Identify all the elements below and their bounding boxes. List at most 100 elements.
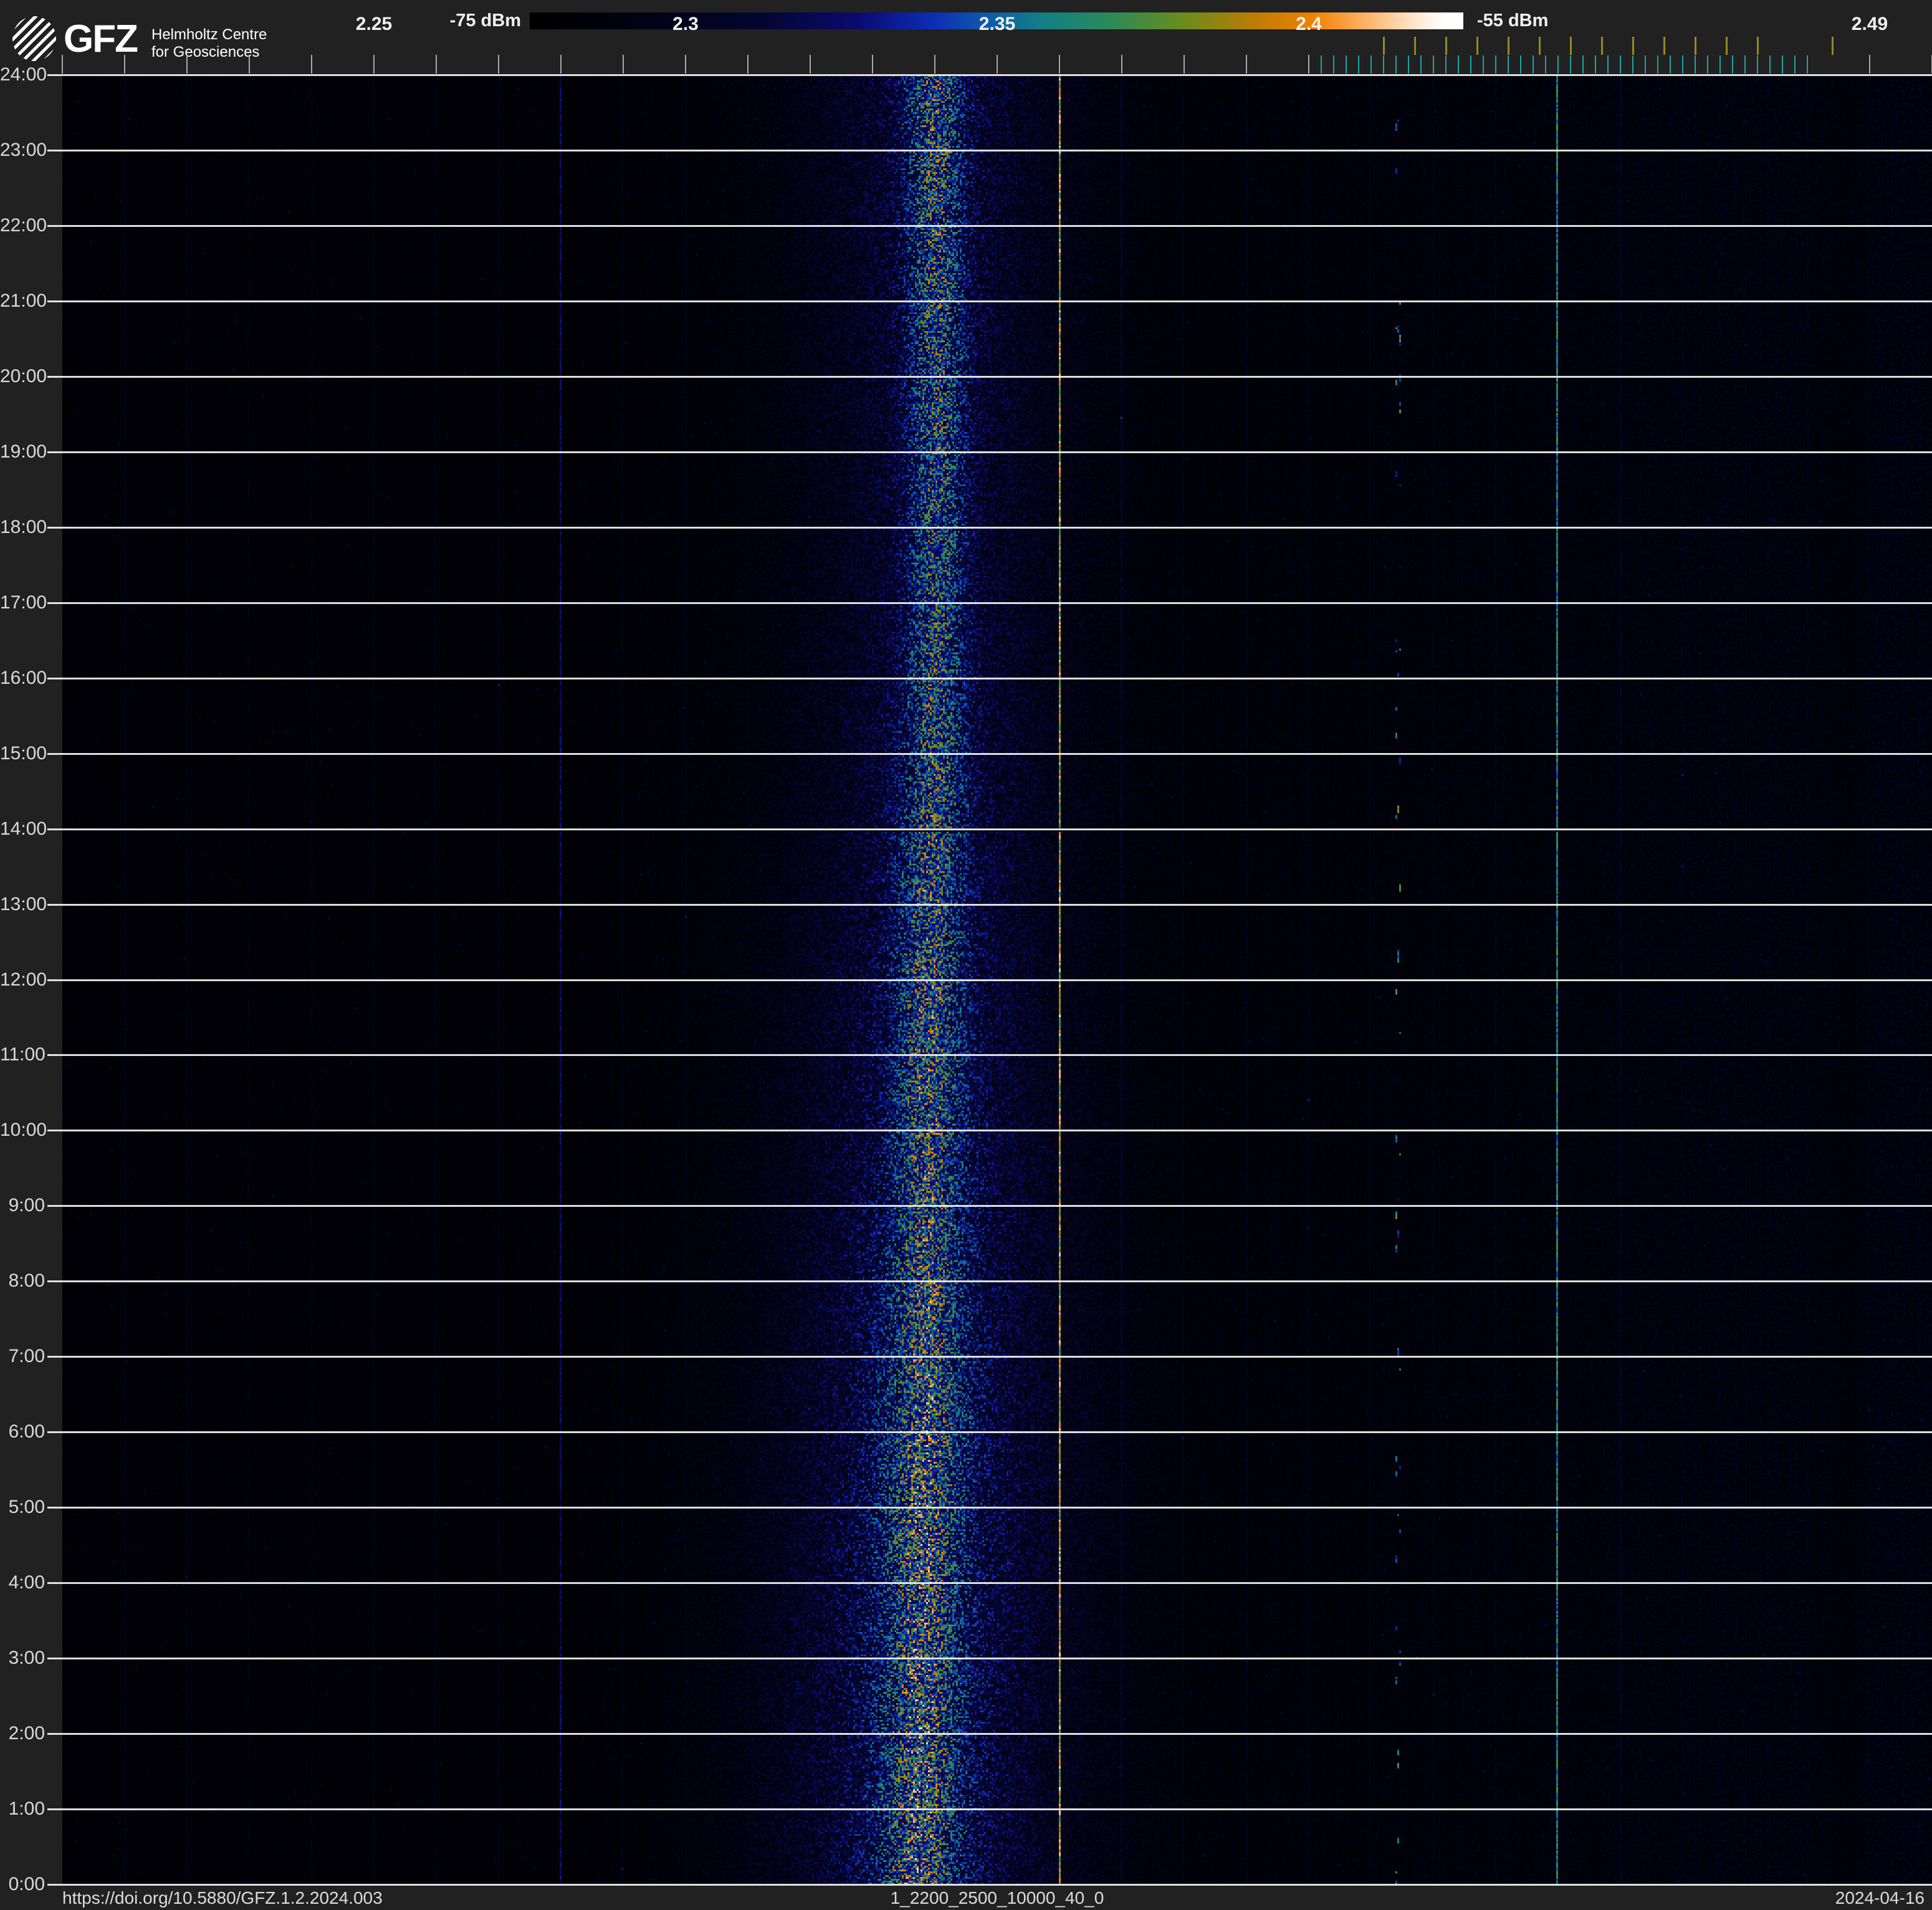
hour-gridline [47, 828, 1932, 830]
freq-minor-tick [1246, 55, 1247, 74]
ble-channel-tick [1632, 55, 1633, 74]
wifi-channel-tick [1539, 37, 1541, 55]
freq-minor-tick [1059, 55, 1060, 74]
hour-gridline [47, 1733, 1932, 1735]
hour-gridline [47, 526, 1932, 529]
hour-gridline [47, 1431, 1932, 1434]
ble-channel-tick [1657, 55, 1658, 74]
gfz-subtitle-line1: Helmholtz Centre [151, 26, 267, 43]
hour-gridline [47, 1205, 1932, 1207]
ble-channel-tick [1695, 55, 1696, 74]
time-label: 2:00 [8, 1723, 45, 1744]
freq-minor-tick [62, 55, 63, 74]
ble-channel-tick [1321, 55, 1322, 74]
ble-channel-tick [1807, 55, 1808, 74]
ble-channel-tick [1682, 55, 1683, 74]
wifi-channel-tick [1508, 37, 1509, 55]
hour-gridline [47, 1507, 1932, 1509]
colorbar-min-label: -75 dBm [449, 11, 521, 31]
footer-dataset-id: 1_2200_2500_10000_40_0 [890, 1888, 1104, 1908]
time-label: 9:00 [8, 1195, 45, 1216]
gfz-globe-icon [12, 16, 56, 61]
freq-minor-tick [436, 55, 437, 74]
freq-tick [1869, 55, 1870, 74]
freq-minor-tick [810, 55, 811, 74]
freq-tick [373, 55, 375, 74]
ble-channel-tick [1769, 55, 1771, 74]
ble-channel-tick [1370, 55, 1372, 74]
freq-tick-label: 2.4 [1296, 14, 1322, 34]
ble-channel-tick [1346, 55, 1347, 74]
ble-channel-tick [1508, 55, 1509, 74]
hour-gridline [47, 224, 1932, 227]
wifi-channel-tick [1476, 37, 1478, 55]
ble-channel-tick [1408, 55, 1409, 74]
colorbar-max-label: -55 dBm [1477, 11, 1549, 31]
ble-channel-tick [1794, 55, 1796, 74]
hour-gridline [47, 1280, 1932, 1283]
ble-channel-tick [1445, 55, 1447, 74]
time-label: 24:00 [0, 64, 47, 85]
ble-channel-tick [1707, 55, 1708, 74]
time-label: 15:00 [0, 742, 47, 764]
time-label: 7:00 [8, 1346, 45, 1367]
ble-channel-tick [1433, 55, 1434, 74]
freq-tick-label: 2.25 [355, 14, 393, 34]
time-label: 11:00 [0, 1044, 45, 1065]
freq-minor-tick [1184, 55, 1185, 74]
ble-channel-tick [1744, 55, 1746, 74]
hour-gridline [47, 1130, 1932, 1132]
hour-gridline [47, 300, 1932, 302]
freq-minor-tick [311, 55, 312, 74]
hour-gridline [47, 375, 1932, 378]
freq-tick-label: 2.49 [1851, 14, 1888, 34]
wifi-channel-tick [1383, 37, 1385, 55]
freq-tick [685, 55, 686, 74]
hour-gridline [47, 903, 1932, 906]
ble-channel-tick [1582, 55, 1584, 74]
ble-channel-tick [1383, 55, 1384, 74]
gfz-acronym: GFZ [64, 17, 138, 60]
hour-gridline [47, 979, 1932, 981]
hour-gridline [47, 1356, 1932, 1358]
time-label: 13:00 [0, 893, 47, 914]
ble-channel-tick [1395, 55, 1397, 74]
ble-channel-tick [1333, 55, 1334, 74]
hour-gridline [47, 677, 1932, 679]
time-label: 20:00 [0, 365, 47, 386]
hour-gridline [47, 602, 1932, 604]
freq-tick-label: 2.35 [978, 14, 1016, 34]
hour-gridline [47, 149, 1932, 151]
freq-minor-tick [623, 55, 624, 74]
freq-minor-tick [934, 55, 935, 74]
ble-channel-tick [1620, 55, 1621, 74]
freq-tick [997, 55, 998, 74]
freq-minor-tick [747, 55, 748, 74]
time-label: 0:00 [8, 1874, 45, 1894]
ble-channel-tick [1757, 55, 1758, 74]
wifi-channel-tick [1445, 37, 1447, 55]
freq-minor-tick [124, 55, 125, 74]
time-label: 23:00 [0, 139, 47, 160]
time-label: 4:00 [8, 1572, 45, 1593]
ble-channel-tick [1470, 55, 1471, 74]
spectrogram-page: GFZ Helmholtz Centre for Geosciences -75… [0, 0, 1932, 1910]
wifi-channel-tick [1832, 37, 1834, 55]
footer-doi-link[interactable]: https://doi.org/10.5880/GFZ.1.2.2024.003 [62, 1888, 383, 1908]
wifi-channel-tick [1663, 37, 1665, 55]
hour-gridline [47, 752, 1932, 755]
freq-minor-tick [186, 55, 188, 74]
ble-channel-tick [1570, 55, 1571, 74]
hour-gridline [47, 1582, 1932, 1585]
ble-channel-tick [1545, 55, 1546, 74]
ble-channel-tick [1458, 55, 1459, 74]
freq-tick-label: 2.3 [672, 14, 699, 34]
time-label: 12:00 [0, 969, 47, 990]
time-label: 14:00 [0, 818, 47, 839]
ble-channel-tick [1670, 55, 1671, 74]
ble-channel-tick [1595, 55, 1596, 74]
ble-channel-tick [1358, 55, 1359, 74]
time-label: 8:00 [8, 1270, 45, 1292]
ble-channel-tick [1533, 55, 1534, 74]
freq-minor-tick [1121, 55, 1122, 74]
